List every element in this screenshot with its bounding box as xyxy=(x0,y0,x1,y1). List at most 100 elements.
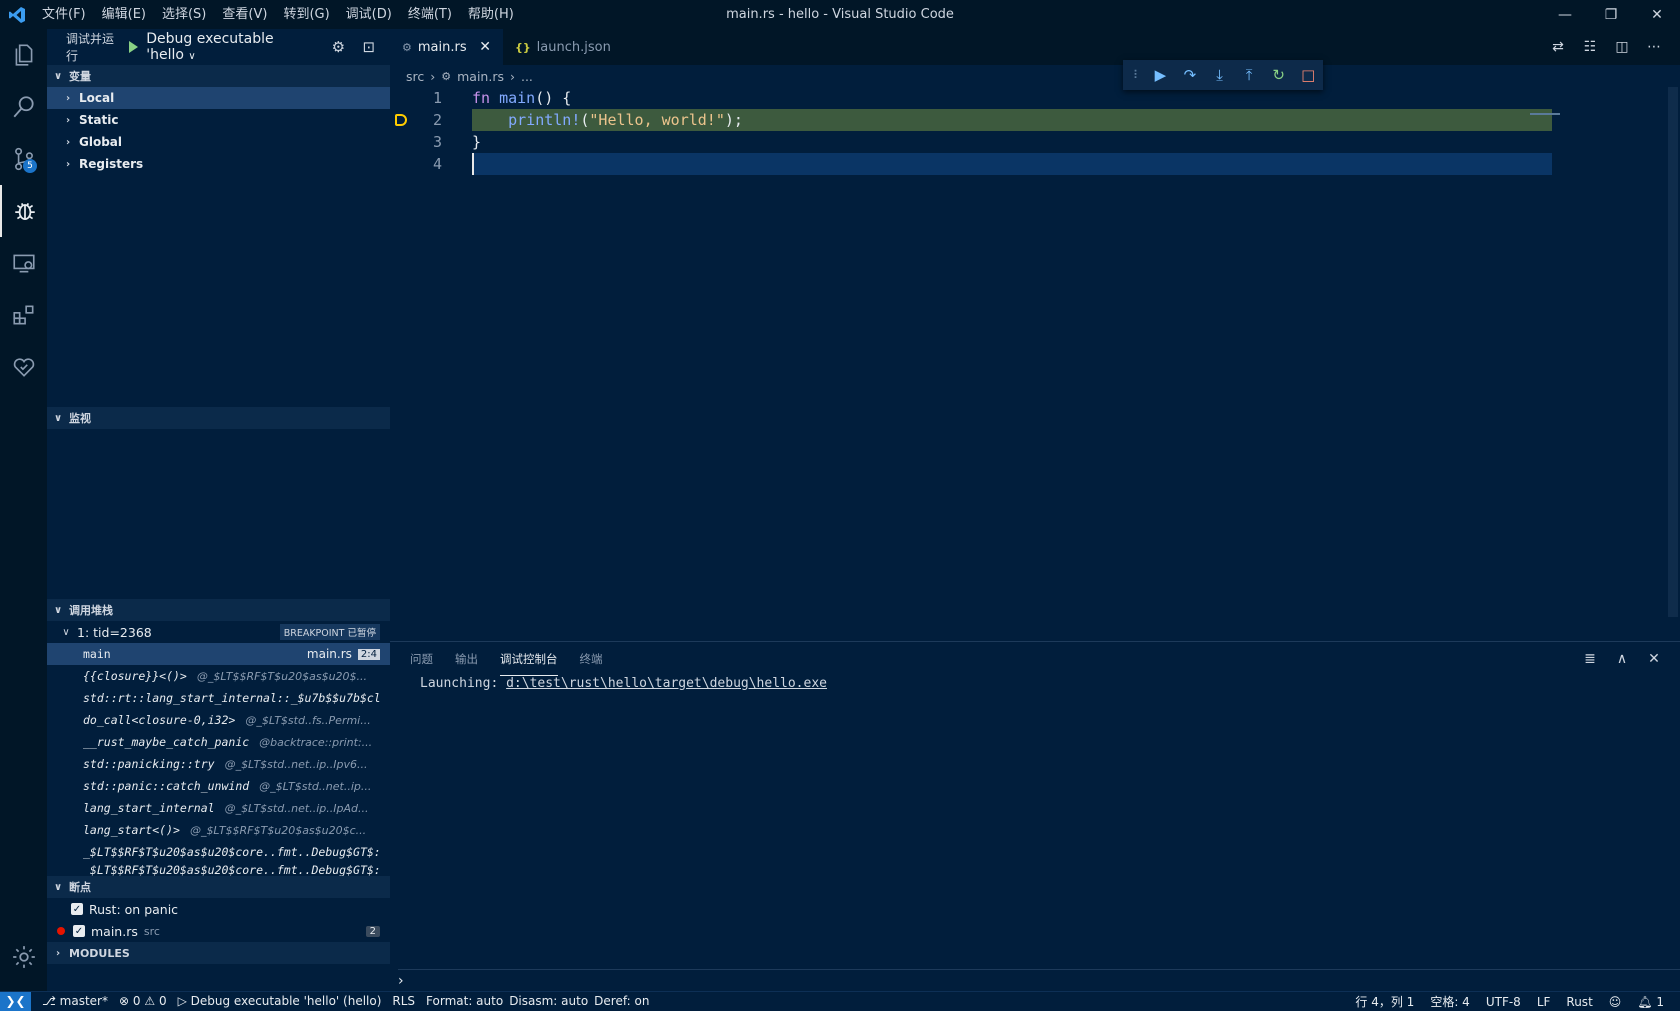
eol-status[interactable]: LF xyxy=(1537,995,1551,1009)
stack-frame[interactable]: std::panic::catch_unwind @_$LT$std..net..… xyxy=(47,775,390,797)
gutter[interactable] xyxy=(390,114,412,126)
panel-actions: ≣ ∧ ✕ xyxy=(1574,642,1670,676)
indentation-status[interactable]: 空格: 4 xyxy=(1430,993,1470,1010)
split-editor-icon[interactable]: ◫ xyxy=(1606,39,1638,55)
language-status[interactable]: Rust xyxy=(1566,995,1592,1009)
breakpoint-item[interactable]: ✓ Rust: on panic xyxy=(47,898,390,920)
variable-scope-global[interactable]: › Global xyxy=(47,131,390,153)
modules-header[interactable]: › MODULES xyxy=(47,942,390,964)
continue-icon[interactable]: ▶ xyxy=(1146,66,1176,84)
disasm-status[interactable]: Disasm: auto xyxy=(509,994,588,1008)
restart-icon[interactable]: ↻ xyxy=(1264,66,1294,84)
tab-terminal[interactable]: 终端 xyxy=(580,642,603,676)
scrollbar-thumb[interactable] xyxy=(1668,87,1678,617)
breakpoint-checkbox[interactable]: ✓ xyxy=(71,903,83,915)
notifications-status[interactable]: 🔔︎ 1 xyxy=(1637,995,1664,1009)
debug-status[interactable]: ▷ Debug executable 'hello' (hello) xyxy=(178,994,382,1008)
stack-frame[interactable]: std::panicking::try @_$LT$std..net..ip..I… xyxy=(47,753,390,775)
console-path-link[interactable]: d:\test\rust\hello\target\debug\hello.ex… xyxy=(506,676,827,691)
variable-scope-local[interactable]: › Local xyxy=(47,87,390,109)
stack-frame[interactable]: {{closure}}<()> @_$LT$$RF$T$u20$as$u20$..… xyxy=(47,665,390,687)
minimize-button[interactable]: — xyxy=(1542,0,1588,29)
clear-console-icon[interactable]: ≣ xyxy=(1574,651,1606,667)
problems-status[interactable]: ⊗ 0 ⚠ 0 xyxy=(119,994,167,1008)
breadcrumb-item[interactable]: src xyxy=(406,69,424,84)
encoding-status[interactable]: UTF-8 xyxy=(1486,995,1521,1009)
debug-activity[interactable] xyxy=(0,185,47,237)
test-activity[interactable] xyxy=(0,341,47,393)
maximize-panel-icon[interactable]: ∧ xyxy=(1606,651,1638,667)
line-content xyxy=(472,153,1552,175)
stack-frame[interactable]: do_call<closure-0,i32> @_$LT$std..fs..Per… xyxy=(47,709,390,731)
menu-terminal[interactable]: 终端(T) xyxy=(400,0,460,29)
callstack-header[interactable]: ∨ 调用堆栈 xyxy=(47,599,390,621)
editor-scrollbar[interactable] xyxy=(1666,87,1680,641)
breadcrumb-item[interactable]: main.rs xyxy=(457,69,504,84)
format-status[interactable]: Format: auto xyxy=(426,994,503,1008)
breakpoint-item[interactable]: ✓ main.rs src 2 xyxy=(47,920,390,942)
stack-frame[interactable]: std::rt::lang_start_internal::_$u7b$$u7b… xyxy=(47,687,390,709)
breakpoint-checkbox[interactable]: ✓ xyxy=(73,925,85,937)
repl-input[interactable]: › xyxy=(398,969,1680,991)
tab-debug-console[interactable]: 调试控制台 xyxy=(500,642,558,676)
menu-help[interactable]: 帮助(H) xyxy=(460,0,522,29)
frame-name: std::panic::catch_unwind xyxy=(83,779,250,793)
variable-scope-registers[interactable]: › Registers xyxy=(47,153,390,175)
debug-console-icon[interactable]: ⊡ xyxy=(360,37,378,57)
compare-changes-icon[interactable]: ⇄ xyxy=(1542,39,1574,55)
rls-status[interactable]: RLS xyxy=(392,994,415,1008)
menu-debug[interactable]: 调试(D) xyxy=(338,0,400,29)
stop-icon[interactable]: □ xyxy=(1293,66,1323,84)
stack-frame[interactable]: _$LT$$RF$T$u20$as$u20$core..fmt..Debug$G… xyxy=(47,841,390,863)
branch-status[interactable]: ⎇ master* xyxy=(42,994,108,1008)
debug-config-select[interactable]: Debug executable 'hello ∨ xyxy=(146,31,313,63)
menu-edit[interactable]: 编辑(E) xyxy=(94,0,154,29)
stack-frame[interactable]: _$LT$$RF$T$u20$as$u20$core..fmt..Debug$G… xyxy=(47,863,390,876)
json-file-icon: {} xyxy=(515,40,531,54)
stack-frame[interactable]: lang_start<()> @_$LT$$RF$T$u20$as$u20$c..… xyxy=(47,819,390,841)
menu-selection[interactable]: 选择(S) xyxy=(154,0,214,29)
close-panel-icon[interactable]: ✕ xyxy=(1638,651,1670,667)
frame-name: {{closure}}<()> xyxy=(83,669,187,683)
thread-row[interactable]: ∨ 1: tid=2368 BREAKPOINT 已暂停 xyxy=(47,621,390,643)
explorer-activity[interactable] xyxy=(0,29,47,81)
step-into-icon[interactable]: ⤓ xyxy=(1205,66,1235,84)
menu-view[interactable]: 查看(V) xyxy=(214,0,275,29)
drag-handle-icon[interactable]: ⠇ xyxy=(1129,68,1146,82)
open-preview-icon[interactable]: ☷ xyxy=(1574,39,1606,55)
stack-frame[interactable]: __rust_maybe_catch_panic @backtrace::prin… xyxy=(47,731,390,753)
remote-indicator[interactable]: ❯❮ xyxy=(0,991,31,1011)
step-out-icon[interactable]: ⤒ xyxy=(1234,66,1264,84)
tab-launch-json[interactable]: {} launch.json xyxy=(503,29,623,65)
deref-status[interactable]: Deref: on xyxy=(594,994,649,1008)
breadcrumb-item[interactable]: ... xyxy=(521,69,533,84)
manage-activity[interactable] xyxy=(0,931,47,983)
menu-file[interactable]: 文件(F) xyxy=(34,0,94,29)
variable-scope-static[interactable]: › Static xyxy=(47,109,390,131)
minimap[interactable] xyxy=(1530,113,1560,115)
close-window-button[interactable]: ✕ xyxy=(1634,0,1680,29)
stack-frame[interactable]: main main.rs 2:4 xyxy=(47,643,390,665)
gear-icon[interactable]: ⚙ xyxy=(329,37,347,57)
step-over-icon[interactable]: ↷ xyxy=(1175,66,1205,84)
remote-activity[interactable] xyxy=(0,237,47,289)
menu-go[interactable]: 转到(G) xyxy=(275,0,337,29)
restore-button[interactable]: ❐ xyxy=(1588,0,1634,29)
close-icon[interactable]: ✕ xyxy=(479,39,491,55)
search-activity[interactable] xyxy=(0,81,47,133)
tab-output[interactable]: 输出 xyxy=(455,642,478,676)
scm-activity[interactable]: 5 xyxy=(0,133,47,185)
stack-frame[interactable]: lang_start_internal @_$LT$std..net..ip..I… xyxy=(47,797,390,819)
tab-problems[interactable]: 问题 xyxy=(410,642,433,676)
variables-header[interactable]: ∨ 变量 xyxy=(47,65,390,87)
extensions-activity[interactable] xyxy=(0,289,47,341)
cursor-position[interactable]: 行 4，列 1 xyxy=(1355,993,1414,1010)
watch-header[interactable]: ∨ 监视 xyxy=(47,407,390,429)
breakpoints-header[interactable]: ∨ 断点 xyxy=(47,876,390,898)
code-editor[interactable]: 1 fn main() { 2 println!("Hello, world!"… xyxy=(390,87,1680,175)
tab-main-rs[interactable]: ⚙ main.rs ✕ xyxy=(390,29,503,65)
feedback-smiley-icon[interactable]: ☺ xyxy=(1609,995,1622,1009)
start-debugging-icon[interactable] xyxy=(129,41,139,53)
more-actions-icon[interactable]: ⋯ xyxy=(1638,39,1670,55)
console-prefix: Launching: xyxy=(420,676,507,691)
